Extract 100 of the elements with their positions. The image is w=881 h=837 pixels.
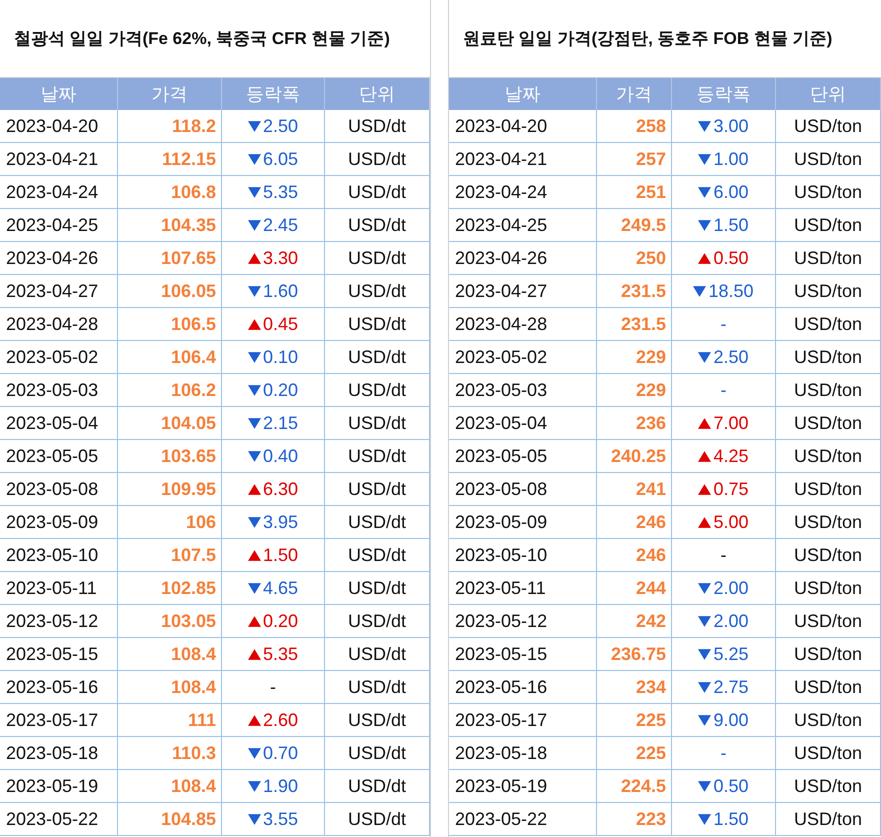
table-cell: 108.4 xyxy=(118,671,222,704)
table-cell: 2023-05-15 xyxy=(449,638,597,671)
change-value: 2.50 xyxy=(713,346,749,368)
change-value: 0.20 xyxy=(262,610,298,632)
table-cell: USD/ton xyxy=(776,539,881,572)
table-cell: 2023-05-11 xyxy=(0,572,118,605)
down-triangle-icon xyxy=(248,814,261,824)
table-cell: 111 xyxy=(118,704,222,737)
table-cell: 2023-04-21 xyxy=(0,143,118,176)
table-cell: USD/ton xyxy=(776,176,881,209)
table-cell: 225 xyxy=(597,737,672,770)
table-cell: USD/dt xyxy=(325,374,430,407)
table-cell: 103.05 xyxy=(118,605,222,638)
change-value: 4.25 xyxy=(713,446,749,466)
table-cell: 2023-05-19 xyxy=(0,770,118,803)
down-triangle-icon xyxy=(698,352,712,362)
down-triangle-icon xyxy=(698,814,712,824)
table-cell: 106.5 xyxy=(118,308,222,341)
change-value: 2.50 xyxy=(262,116,298,136)
table-cell: 2023-04-21 xyxy=(449,143,597,176)
table-cell: 2023-05-18 xyxy=(0,737,118,770)
table-cell: 2023-05-18 xyxy=(449,737,597,770)
change-value: 0.40 xyxy=(262,446,298,466)
change-value: 1.60 xyxy=(262,280,298,302)
table-cell: 108.4 xyxy=(118,638,222,671)
table-cell: 2023-05-03 xyxy=(449,374,597,407)
change-value: 6.00 xyxy=(713,182,749,202)
table-cell: 231.5 xyxy=(597,308,672,341)
up-triangle-icon xyxy=(248,616,261,626)
table-cell: 2023-04-24 xyxy=(0,176,118,209)
column-header: 가격 xyxy=(118,78,222,110)
table-cell: 2023-05-03 xyxy=(0,374,118,407)
table-cell: USD/ton xyxy=(776,308,881,341)
table-cell: 2023-05-09 xyxy=(449,506,597,539)
change-value: 2.00 xyxy=(713,578,749,598)
table-cell: USD/dt xyxy=(325,638,430,671)
up-triangle-icon xyxy=(248,318,261,330)
table-cell: USD/dt xyxy=(325,143,430,176)
table-cell: 2023-04-20 xyxy=(449,110,597,143)
table-cell: USD/ton xyxy=(776,671,881,704)
table-cell: 251 xyxy=(597,176,672,209)
down-triangle-icon xyxy=(698,186,712,198)
table-cell: 104.05 xyxy=(118,407,222,440)
change-value: 1.00 xyxy=(713,148,749,170)
table-cell: 2023-05-08 xyxy=(449,473,597,506)
change-value: 1.90 xyxy=(262,776,298,796)
column-header: 등락폭 xyxy=(672,78,776,110)
change-value: 0.20 xyxy=(262,380,298,400)
up-triangle-icon xyxy=(248,648,261,660)
table-cell: USD/dt xyxy=(325,572,430,605)
table-cell: 250 xyxy=(597,242,672,275)
change-value: 9.00 xyxy=(713,710,749,730)
change-value: 6.05 xyxy=(262,148,298,170)
table-cell: USD/dt xyxy=(325,308,430,341)
change-value: 18.50 xyxy=(708,280,754,302)
table-cell: 2023-04-25 xyxy=(0,209,118,242)
change-value: 4.65 xyxy=(262,578,298,598)
table-cell: 107.5 xyxy=(118,539,222,572)
table-cell: 258 xyxy=(597,110,672,143)
table-cell: 112.15 xyxy=(118,143,222,176)
table-cell: 106.05 xyxy=(118,275,222,308)
table-cell: 2023-05-19 xyxy=(449,770,597,803)
change-value: - xyxy=(720,544,726,566)
change-value: - xyxy=(270,676,276,698)
table-cell: USD/dt xyxy=(325,176,430,209)
table-cell: USD/ton xyxy=(776,275,881,308)
table-cell: 2023-04-28 xyxy=(449,308,597,341)
table-cell: 223 xyxy=(597,803,672,836)
down-triangle-icon xyxy=(248,384,261,396)
table-cell: 2023-04-28 xyxy=(0,308,118,341)
table-cell: USD/ton xyxy=(776,440,881,473)
table-cell: 2023-05-22 xyxy=(449,803,597,836)
table-cell: USD/ton xyxy=(776,605,881,638)
down-triangle-icon xyxy=(248,582,261,594)
down-triangle-icon xyxy=(248,220,261,230)
table-cell: 102.85 xyxy=(118,572,222,605)
table-cell: USD/dt xyxy=(325,110,430,143)
change-value: 3.55 xyxy=(262,808,298,830)
table-cell: 118.2 xyxy=(118,110,222,143)
down-triangle-icon xyxy=(698,582,712,594)
table-cell: 2023-05-02 xyxy=(0,341,118,374)
table-cell: 104.85 xyxy=(118,803,222,836)
table-cell: 225 xyxy=(597,704,672,737)
up-triangle-icon xyxy=(248,252,261,264)
up-triangle-icon xyxy=(698,484,712,494)
table-cell: 246 xyxy=(597,506,672,539)
table-cell: 2023-05-09 xyxy=(0,506,118,539)
table-cell: 2023-05-08 xyxy=(0,473,118,506)
table-cell: 2023-05-22 xyxy=(0,803,118,836)
change-value: 0.45 xyxy=(262,314,298,334)
change-value: 5.25 xyxy=(713,644,749,664)
up-triangle-icon xyxy=(698,418,712,428)
change-value: 3.00 xyxy=(713,116,749,136)
table-cell: 2023-05-10 xyxy=(449,539,597,572)
table-cell: 241 xyxy=(597,473,672,506)
down-triangle-icon xyxy=(248,186,261,198)
table-cell: 229 xyxy=(597,341,672,374)
table-cell: USD/dt xyxy=(325,473,430,506)
table-cell: 106.4 xyxy=(118,341,222,374)
table-cell: 2023-05-11 xyxy=(449,572,597,605)
